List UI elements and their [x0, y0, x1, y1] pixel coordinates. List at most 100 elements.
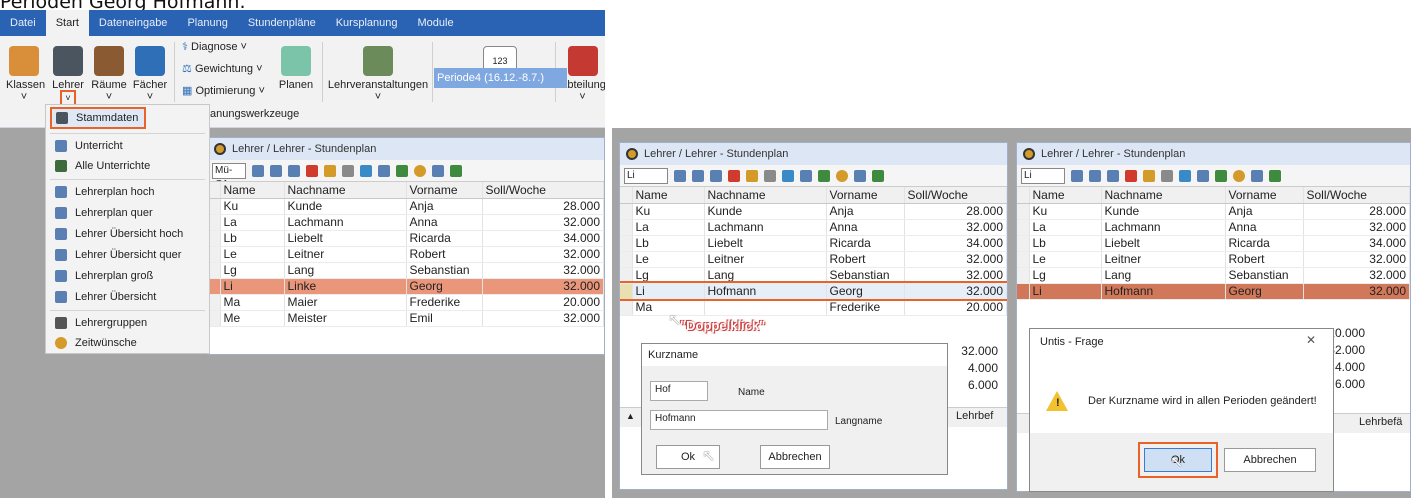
menu-item-uebersicht-quer[interactable]: Lehrer Übersicht quer: [46, 244, 209, 266]
period-badge[interactable]: Periode4 (16.12.-8.7.): [434, 68, 567, 88]
table-row[interactable]: Lg Lang Sebanstian 32.000: [208, 262, 604, 279]
toolbar-icon[interactable]: [818, 169, 830, 182]
menu-item-lehrerplan-hoch[interactable]: Lehrerplan hoch: [46, 181, 209, 203]
toolbar-icon[interactable]: [1215, 169, 1227, 182]
cancel-button[interactable]: Abbrechen: [1224, 448, 1316, 472]
gewichtung-button[interactable]: ⚖ Gewichtung ˅: [182, 62, 263, 75]
table-row[interactable]: Lg Lang Sebanstian 32.000: [620, 267, 1007, 284]
tab-datei[interactable]: Datei: [0, 10, 46, 36]
clock-icon[interactable]: [414, 164, 426, 177]
toolbar-icon[interactable]: [288, 164, 300, 177]
lehrveranstaltungen-button[interactable]: Lehrveranstaltungen ˅: [326, 46, 430, 103]
toolbar-icon[interactable]: [674, 169, 686, 182]
delete-icon[interactable]: [728, 169, 740, 182]
table-row[interactable]: Lb Liebelt Ricarda 34.000: [208, 230, 604, 247]
toolbar-icon[interactable]: [1197, 169, 1209, 182]
toolbar-icon[interactable]: [692, 169, 704, 182]
menu-item-zeitwuensche[interactable]: Zeitwünsche: [46, 332, 209, 354]
kurzname-input[interactable]: Hof: [650, 381, 708, 401]
toolbar-icon[interactable]: [324, 164, 336, 177]
column-header-soll[interactable]: Soll/Woche: [1303, 187, 1410, 204]
menu-item-unterricht[interactable]: Unterricht: [46, 135, 209, 157]
filter-icon[interactable]: [342, 164, 354, 177]
toolbar-icon[interactable]: [1251, 169, 1263, 182]
tab-planung[interactable]: Planung: [177, 10, 237, 36]
sort-icon[interactable]: [1179, 169, 1191, 182]
table-row-selected[interactable]: Li Hofmann Georg 32.000: [1017, 283, 1410, 300]
diagnose-button[interactable]: ⚕ Diagnose ˅: [182, 40, 247, 53]
table-row[interactable]: Le Leitner Robert 32.000: [208, 246, 604, 263]
table-row[interactable]: Lb Liebelt Ricarda 34.000: [620, 235, 1007, 252]
optimierung-button[interactable]: ▦ Optimierung ˅: [182, 84, 265, 97]
table-row-edited[interactable]: Li Hofmann Georg 32.000: [620, 281, 1007, 301]
toolbar-icon[interactable]: [1071, 169, 1083, 182]
toolbar-icon[interactable]: [450, 164, 462, 177]
toolbar-icon[interactable]: [270, 164, 282, 177]
menu-item-lehrerplan-quer[interactable]: Lehrerplan quer: [46, 202, 209, 224]
table-row[interactable]: Ku Kunde Anja 28.000: [1017, 203, 1410, 220]
table-row[interactable]: Ku Kunde Anja 28.000: [208, 198, 604, 215]
cancel-button[interactable]: Abbrechen: [760, 445, 830, 469]
table-row[interactable]: Le Leitner Robert 32.000: [620, 251, 1007, 268]
column-header-name[interactable]: Name: [632, 187, 705, 204]
filter-icon[interactable]: [764, 169, 776, 182]
toolbar-icon[interactable]: [1269, 169, 1281, 182]
tab-start[interactable]: Start: [45, 10, 89, 36]
tab-lehrbefaehigung[interactable]: Lehrbefä: [1359, 416, 1402, 428]
tab-lehrbef[interactable]: Lehrbef: [956, 410, 993, 422]
element-combo[interactable]: Li: [1021, 167, 1065, 184]
column-header-vorname[interactable]: Vorname: [826, 187, 905, 204]
delete-icon[interactable]: [1125, 169, 1137, 182]
toolbar-icon[interactable]: [1107, 169, 1119, 182]
toolbar-icon[interactable]: [252, 164, 264, 177]
column-header-vorname[interactable]: Vorname: [406, 182, 483, 199]
toolbar-icon[interactable]: [746, 169, 758, 182]
element-combo[interactable]: Mü-G1: [212, 162, 246, 181]
close-icon[interactable]: ✕: [1306, 333, 1316, 347]
column-header-name[interactable]: Name: [220, 182, 285, 199]
menu-item-lehrer-uebersicht[interactable]: Lehrer Übersicht: [46, 286, 209, 308]
clock-icon[interactable]: [836, 169, 848, 182]
column-header-nachname[interactable]: Nachname: [284, 182, 407, 199]
planen-button[interactable]: Planen: [276, 46, 316, 91]
tab-dateneingabe[interactable]: Dateneingabe: [89, 10, 178, 36]
column-header-nachname[interactable]: Nachname: [1101, 187, 1226, 204]
column-header-vorname[interactable]: Vorname: [1225, 187, 1304, 204]
toolbar-icon[interactable]: [1089, 169, 1101, 182]
column-header-soll[interactable]: Soll/Woche: [904, 187, 1007, 204]
menu-item-lehrergruppen[interactable]: Lehrergruppen: [46, 312, 209, 334]
menu-item-lehrerplan-gross[interactable]: Lehrerplan groß: [46, 265, 209, 287]
column-header-name[interactable]: Name: [1029, 187, 1102, 204]
menu-item-uebersicht-hoch[interactable]: Lehrer Übersicht hoch: [46, 223, 209, 245]
toolbar-icon[interactable]: [396, 164, 408, 177]
table-row[interactable]: Me Meister Emil 32.000: [208, 310, 604, 327]
table-row[interactable]: Lg Lang Sebanstian 32.000: [1017, 267, 1410, 284]
toolbar-icon[interactable]: [432, 164, 444, 177]
toolbar-icon[interactable]: [1143, 169, 1155, 182]
column-header-soll[interactable]: Soll/Woche: [482, 182, 604, 199]
faecher-button[interactable]: Fächer ˅: [132, 46, 168, 103]
toolbar-icon[interactable]: [854, 169, 866, 182]
scroll-up-icon[interactable]: ▲: [626, 411, 635, 421]
lehrer-dropdown-chevron[interactable]: ˅: [60, 90, 76, 106]
table-row[interactable]: La Lachmann Anna 32.000: [1017, 219, 1410, 236]
filter-icon[interactable]: [1161, 169, 1173, 182]
langname-input[interactable]: Hofmann: [650, 410, 828, 430]
raeume-button[interactable]: Räume ˅: [90, 46, 128, 103]
table-row[interactable]: Le Leitner Robert 32.000: [1017, 251, 1410, 268]
table-row[interactable]: Ma Maier Frederike 20.000: [208, 294, 604, 311]
toolbar-icon[interactable]: [800, 169, 812, 182]
delete-icon[interactable]: [306, 164, 318, 177]
clock-icon[interactable]: [1233, 169, 1245, 182]
table-row[interactable]: Lb Liebelt Ricarda 34.000: [1017, 235, 1410, 252]
table-row[interactable]: La Lachmann Anna 32.000: [620, 219, 1007, 236]
menu-item-stammdaten[interactable]: Stammdaten: [50, 107, 146, 129]
column-header-nachname[interactable]: Nachname: [704, 187, 827, 204]
menu-item-alle-unterrichte[interactable]: Alle Unterrichte: [46, 155, 209, 177]
tab-kursplanung[interactable]: Kursplanung: [326, 10, 408, 36]
lehrer-button[interactable]: Lehrer ˅: [52, 46, 84, 106]
sort-icon[interactable]: [360, 164, 372, 177]
table-row-selected[interactable]: Li Linke Georg 32.000: [208, 278, 604, 295]
tab-stundenplaene[interactable]: Stundenpläne: [238, 10, 326, 36]
toolbar-icon[interactable]: [378, 164, 390, 177]
